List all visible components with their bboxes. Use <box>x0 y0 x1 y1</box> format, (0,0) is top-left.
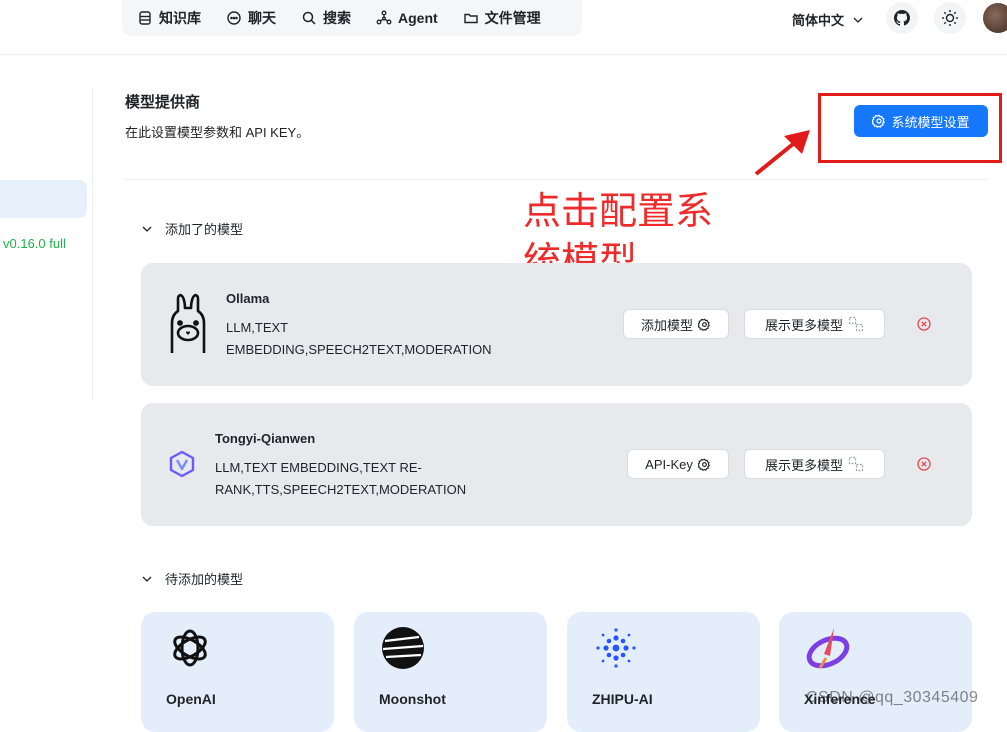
sidebar-divider <box>92 88 93 400</box>
main-nav: 知识库 聊天 搜索 Agent 文件管理 <box>122 0 582 36</box>
add-model-button[interactable]: 添加模型 <box>623 309 729 339</box>
database-icon <box>139 11 151 25</box>
provider-tags: LLM,TEXT EMBEDDING,TEXT RE- RANK,TTS,SPE… <box>215 457 466 501</box>
delete-icon[interactable] <box>917 457 931 471</box>
provider-card-ollama: Ollama LLM,TEXT EMBEDDING,SPEECH2TEXT,MO… <box>141 263 972 386</box>
provider-tags-line: RANK,TTS,SPEECH2TEXT,MODERATION <box>215 482 467 497</box>
sun-icon <box>942 10 958 26</box>
language-selector[interactable]: 简体中文 <box>792 10 864 29</box>
zhipu-logo-icon <box>596 628 636 668</box>
added-models-toggle[interactable]: 添加了的模型 <box>141 219 243 238</box>
chevron-down-icon <box>142 226 152 232</box>
chevron-down-icon <box>853 17 863 23</box>
github-button[interactable] <box>886 2 918 34</box>
expand-icon <box>848 456 864 472</box>
annotation-arrow <box>754 130 810 176</box>
xinference-logo-icon <box>806 628 850 669</box>
provider-tags-line: EMBEDDING,SPEECH2TEXT,MODERATION <box>226 342 492 357</box>
provider-name: OpenAI <box>166 691 216 707</box>
folder-icon <box>463 13 478 24</box>
top-navbar: 知识库 聊天 搜索 Agent 文件管理 简体中文 <box>0 0 1007 55</box>
moonshot-logo-icon <box>382 627 424 669</box>
chat-icon <box>227 11 241 25</box>
provider-name: ZHIPU-AI <box>592 691 653 707</box>
show-more-label: 展示更多模型 <box>764 457 843 473</box>
api-key-label: API-Key <box>645 456 693 472</box>
add-model-label: 添加模型 <box>640 317 693 333</box>
section-label: 添加了的模型 <box>165 222 244 237</box>
nav-chat[interactable]: 聊天 <box>226 8 276 28</box>
provider-tags: LLM,TEXT EMBEDDING,SPEECH2TEXT,MODERATIO… <box>226 317 492 361</box>
user-avatar[interactable] <box>983 3 1007 33</box>
nav-label: 聊天 <box>248 10 276 26</box>
github-icon <box>894 10 910 26</box>
provider-name: Moonshot <box>379 691 446 707</box>
provider-tile-zhipu-ai[interactable]: ZHIPU-AI <box>567 612 760 732</box>
pending-models-toggle[interactable]: 待添加的模型 <box>141 569 243 588</box>
openai-logo-icon <box>173 629 207 667</box>
provider-name: Ollama <box>226 291 270 306</box>
sidebar-item-model-providers[interactable] <box>0 180 87 218</box>
provider-name: Tongyi-Qianwen <box>215 431 316 446</box>
gear-icon <box>697 457 710 471</box>
show-more-models-button[interactable]: 展示更多模型 <box>744 449 885 479</box>
provider-tags-line: LLM,TEXT EMBEDDING,TEXT RE- <box>215 460 422 475</box>
show-more-models-button[interactable]: 展示更多模型 <box>744 309 885 339</box>
nav-file-management[interactable]: 文件管理 <box>463 8 541 28</box>
delete-icon[interactable] <box>917 317 931 331</box>
nav-label: Agent <box>398 10 438 26</box>
provider-tile-openai[interactable]: OpenAI <box>141 612 334 732</box>
language-label: 简体中文 <box>792 13 845 28</box>
nav-label: 知识库 <box>159 10 201 26</box>
ollama-logo-icon <box>170 293 206 353</box>
search-icon <box>302 11 316 25</box>
expand-icon <box>848 316 864 332</box>
api-key-button[interactable]: API-Key <box>627 449 729 479</box>
theme-toggle-button[interactable] <box>934 2 966 34</box>
provider-tile-moonshot[interactable]: Moonshot <box>354 612 547 732</box>
chevron-down-icon <box>142 576 152 582</box>
section-label: 待添加的模型 <box>165 572 244 587</box>
watermark-text: CSDN @qq_30345409 <box>806 689 979 706</box>
agent-graph-icon <box>376 10 392 25</box>
nav-knowledge-base[interactable]: 知识库 <box>137 8 201 28</box>
provider-tile-xinference[interactable]: Xinference <box>779 612 972 732</box>
page-subtitle: 在此设置模型参数和 API KEY。 <box>125 125 310 140</box>
provider-card-tongyi-qianwen: Tongyi-Qianwen LLM,TEXT EMBEDDING,TEXT R… <box>141 403 972 526</box>
version-label: v0.16.0 full <box>3 236 66 251</box>
header-divider <box>124 179 988 180</box>
nav-label: 搜索 <box>323 10 351 26</box>
provider-tags-line: LLM,TEXT <box>226 320 289 335</box>
nav-agent[interactable]: Agent <box>376 10 438 26</box>
highlight-box <box>818 93 1002 163</box>
gear-icon <box>698 317 710 331</box>
show-more-label: 展示更多模型 <box>764 317 843 333</box>
page-title: 模型提供商 <box>125 94 201 111</box>
nav-label: 文件管理 <box>484 10 541 26</box>
tongyi-logo-icon <box>169 450 195 478</box>
nav-search[interactable]: 搜索 <box>301 8 351 28</box>
